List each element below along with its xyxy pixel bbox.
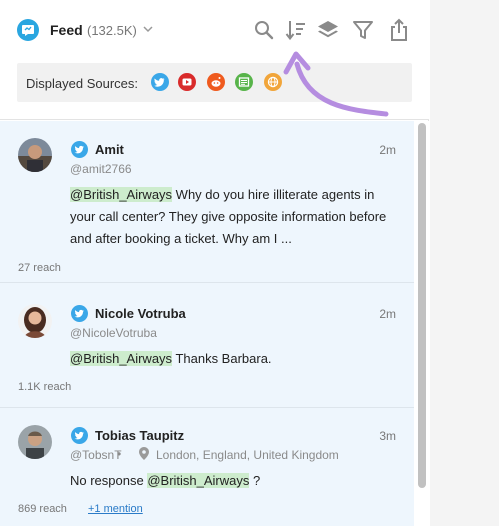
post-text[interactable]: @British_Airways Thanks Barbara. (70, 348, 400, 370)
filter-icon[interactable] (351, 18, 375, 42)
post-time: 2m (379, 143, 396, 157)
twitter-source-icon[interactable] (151, 73, 169, 91)
post-text-line: Why do you hire illiterate agents in (172, 187, 375, 202)
post-text[interactable]: No response @British_Airways ? (70, 470, 400, 492)
author-name[interactable]: Amit (95, 142, 124, 157)
location-pin-icon (139, 447, 149, 463)
youtube-source-icon[interactable] (178, 73, 196, 91)
reach-count: 1.1K reach (18, 381, 72, 393)
author-handle[interactable]: @TobsnT (70, 448, 122, 462)
news-source-icon[interactable] (235, 73, 253, 91)
feed-title: Feed (50, 22, 83, 38)
mentions-link[interactable]: +1 mention (88, 503, 143, 515)
dot-separator: • (117, 447, 122, 461)
reddit-source-icon[interactable] (207, 73, 225, 91)
annotation-arrow-icon (283, 51, 389, 117)
search-icon[interactable] (252, 18, 276, 42)
reach-count: 869 reach (18, 503, 67, 515)
layers-icon[interactable] (316, 18, 340, 42)
share-icon[interactable] (387, 18, 411, 42)
feed-item[interactable]: Tobias Taupitz @TobsnT • London, England… (0, 408, 414, 526)
feed-panel: Feed (132.5K) Displayed Sources: Amit @a… (0, 0, 429, 526)
post-text-line: ? (249, 473, 261, 488)
avatar[interactable] (18, 425, 52, 459)
chevron-down-icon[interactable] (142, 22, 154, 40)
twitter-icon (71, 141, 88, 158)
mention-highlight: @British_Airways (70, 351, 173, 366)
post-text-line: and after booking a ticket. Why am I ... (70, 231, 292, 246)
sort-icon[interactable] (284, 18, 308, 42)
author-location: London, England, United Kingdom (156, 448, 339, 462)
app-window: Feed (132.5K) Displayed Sources: Amit @a… (0, 0, 499, 526)
twitter-icon (71, 427, 88, 444)
post-time: 3m (379, 429, 396, 443)
author-name[interactable]: Tobias Taupitz (95, 428, 184, 443)
author-handle[interactable]: @amit2766 (70, 162, 132, 176)
post-time: 2m (379, 307, 396, 321)
feed-item[interactable]: Nicole Votruba @NicoleVotruba 2m @Britis… (0, 283, 414, 408)
feed-list[interactable]: Amit @amit2766 2m @British_Airways Why d… (0, 121, 414, 526)
feed-app-icon (17, 19, 39, 41)
post-text-line: your call center? They give opposite inf… (70, 209, 387, 224)
mention-highlight: @British_Airways (147, 473, 250, 488)
twitter-icon (71, 305, 88, 322)
post-text-line: Thanks Barbara. (172, 351, 272, 366)
post-text-line: No response (70, 473, 148, 488)
mention-highlight: @British_Airways (70, 187, 173, 202)
feed-item[interactable]: Amit @amit2766 2m @British_Airways Why d… (0, 121, 414, 283)
reach-count: 27 reach (18, 262, 61, 274)
displayed-sources-label: Displayed Sources: (26, 76, 138, 91)
feed-count: (132.5K) (87, 23, 137, 38)
scrollbar-thumb[interactable] (418, 123, 426, 488)
avatar[interactable] (18, 304, 52, 338)
right-gutter (430, 0, 499, 526)
author-name[interactable]: Nicole Votruba (95, 306, 186, 321)
avatar[interactable] (18, 138, 52, 172)
post-text[interactable]: @British_Airways Why do you hire illiter… (70, 184, 400, 250)
author-handle[interactable]: @NicoleVotruba (70, 326, 157, 340)
